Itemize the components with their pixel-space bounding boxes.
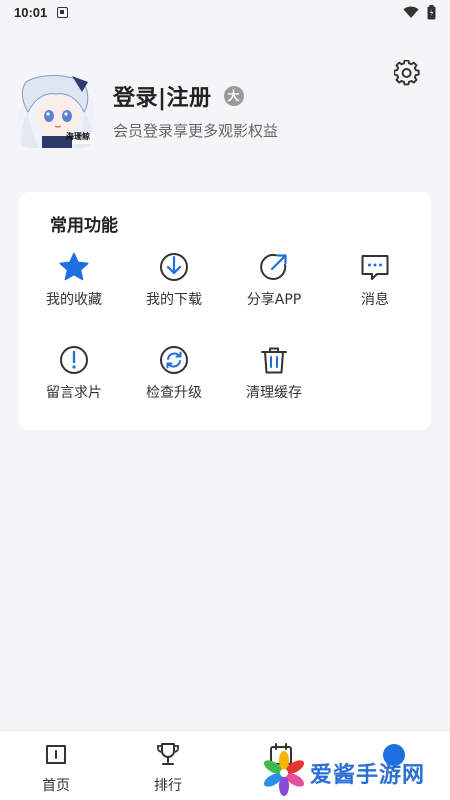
downloads-label: 我的下载 [146, 292, 202, 308]
tab-home-label: 首页 [42, 778, 70, 794]
battery-icon [427, 4, 436, 19]
message-icon [361, 255, 389, 280]
check-update-button[interactable]: 检查升级 [124, 344, 224, 402]
login-register-link[interactable]: 登录|注册 [113, 80, 212, 112]
messages-label: 消息 [361, 292, 389, 308]
trash-icon [261, 347, 287, 374]
share-icon [260, 253, 287, 280]
favorites-label: 我的收藏 [46, 292, 102, 308]
request-movie-button[interactable]: 留言求片 [24, 344, 124, 402]
home-icon [46, 745, 66, 764]
favorites-button[interactable]: 我的收藏 [24, 251, 124, 309]
settings-gear-icon[interactable] [394, 60, 420, 86]
vip-badge: 大 [223, 85, 244, 106]
flower-logo-icon [263, 751, 305, 796]
tab-ranking-label: 排行 [154, 778, 182, 794]
share-app-button[interactable]: 分享APP [224, 251, 324, 309]
download-icon [160, 253, 188, 281]
exclamation-icon [60, 346, 88, 374]
avatar[interactable]: 海珊鲸 [18, 72, 94, 148]
watermark-text: 爱酱手游网 [310, 763, 426, 788]
card-title: 常用功能 [50, 216, 118, 236]
profile-header[interactable]: 海珊鲸 登录|注册 大 会员登录享更多观影权益 [18, 72, 278, 148]
wifi-icon [403, 6, 419, 18]
request-movie-label: 留言求片 [46, 385, 102, 401]
share-app-label: 分享APP [246, 292, 302, 308]
notification-icon [57, 6, 69, 18]
star-icon [59, 252, 89, 281]
member-subtitle: 会员登录享更多观影权益 [113, 121, 279, 140]
messages-button[interactable]: 消息 [325, 251, 425, 309]
avatar-caption: 海珊鲸 [66, 132, 90, 141]
downloads-button[interactable]: 我的下载 [124, 251, 224, 309]
status-time: 10:01 [14, 4, 48, 20]
watermark: 爱酱手游网 [262, 750, 425, 796]
trophy-icon [157, 743, 179, 765]
common-functions-card: 常用功能 我的收藏 我的下载 分享APP 消息 留言求片 检查升级 清理缓存 [19, 192, 431, 430]
refresh-icon [160, 346, 188, 374]
clear-cache-button[interactable]: 清理缓存 [224, 344, 324, 402]
check-update-label: 检查升级 [146, 385, 202, 401]
tab-home[interactable]: 首页 [16, 741, 96, 795]
clear-cache-label: 清理缓存 [246, 385, 302, 401]
status-bar: 10:01 [0, 0, 450, 24]
tab-ranking[interactable]: 排行 [128, 741, 208, 795]
